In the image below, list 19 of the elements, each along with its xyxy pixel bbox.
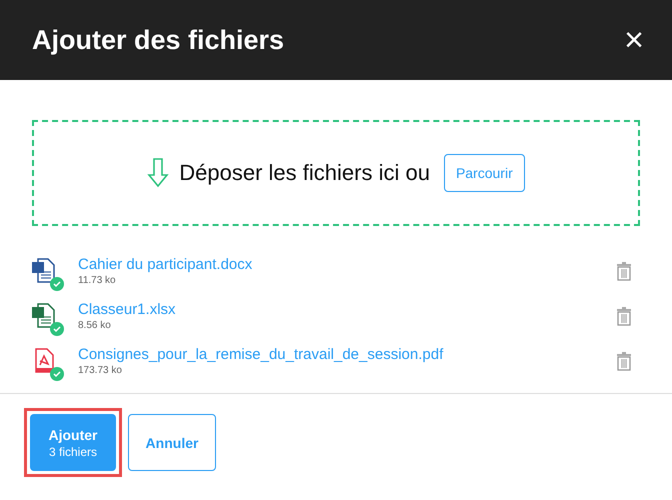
file-size: 8.56 ko <box>78 320 112 330</box>
browse-button[interactable]: Parcourir <box>444 154 525 192</box>
trash-icon[interactable] <box>616 350 632 370</box>
file-name-link[interactable]: Classeur1.xlsx <box>78 300 616 318</box>
cancel-button[interactable]: Annuler <box>128 414 216 471</box>
file-size: 11.73 ko <box>78 274 117 286</box>
add-button[interactable]: Ajouter 3 fichiers <box>30 414 116 471</box>
file-size: 173.73 ko <box>78 364 123 376</box>
close-button[interactable]: × <box>624 23 644 57</box>
drop-zone[interactable]: Déposer les fichiers ici ou Parcourir <box>32 120 640 226</box>
trash-icon[interactable] <box>616 260 632 280</box>
download-arrow-icon <box>147 158 170 188</box>
dialog-title: Ajouter des fichiers <box>32 24 284 56</box>
trash-icon[interactable] <box>616 306 632 326</box>
file-name-link[interactable]: Cahier du participant.docx <box>78 256 616 272</box>
file-name-link[interactable]: Consignes_pour_la_remise_du_travail_de_session.pdf <box>78 346 616 362</box>
spreadsheet-file-icon <box>32 302 56 328</box>
drop-zone-text: Déposer les fichiers ici ou <box>179 160 430 186</box>
document-file-icon <box>32 258 56 284</box>
